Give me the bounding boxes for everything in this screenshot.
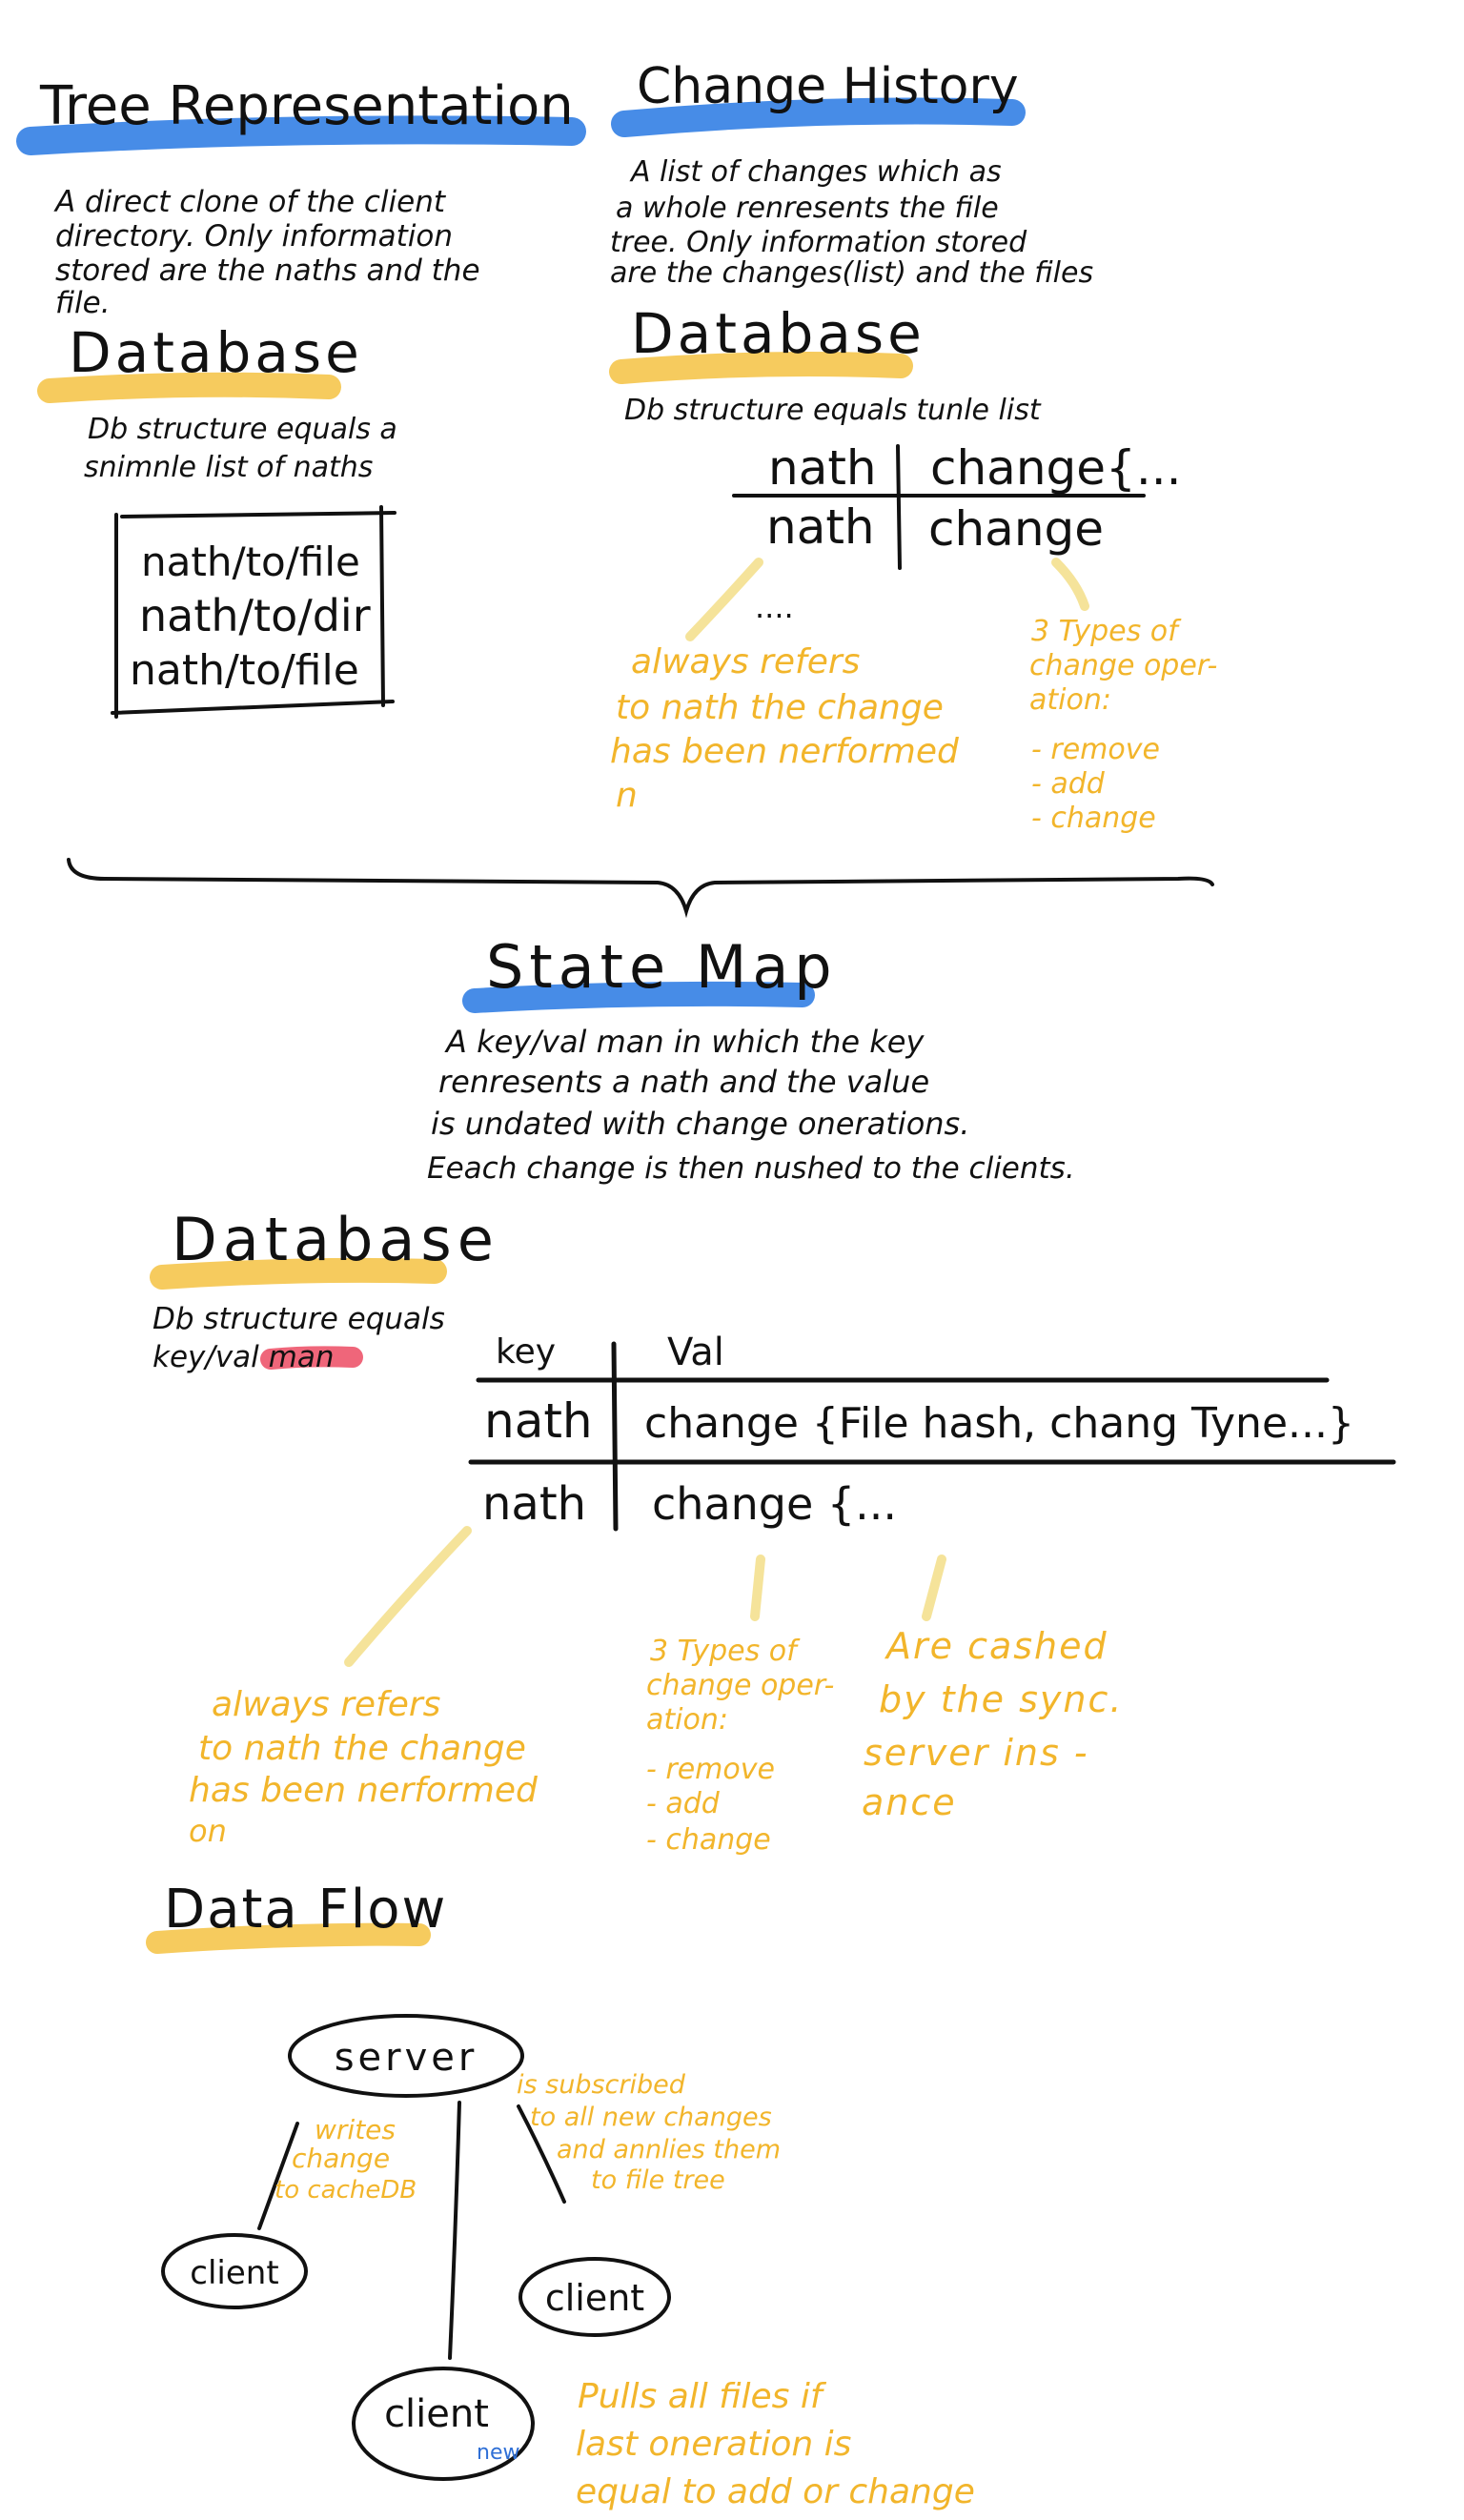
change-note-types-line-4: - remove	[1031, 733, 1160, 766]
state-note-cache-line-4: ance	[862, 1781, 957, 1823]
map-row1-val: change {File hash, chang Tyne...}	[644, 1399, 1354, 1448]
client-new-node-label: client	[384, 2392, 489, 2436]
tree-database-desc-line-2: snimnle list of naths	[84, 451, 373, 484]
note-pulls-line-2: last oneration is	[576, 2425, 851, 2464]
state-database-desc-line-1: Db structure equals	[152, 1302, 445, 1336]
change-database-desc: Db structure equals tunle list	[624, 394, 1042, 427]
state-note-types-line-3: ation:	[646, 1703, 728, 1737]
state-note-types-line-5: - add	[646, 1787, 721, 1820]
note-writes-line-2: change	[292, 2143, 390, 2174]
pointer-stroke	[1051, 558, 1089, 611]
state-map-desc-line-2: renresents a nath and the value	[438, 1064, 929, 1100]
change-history-title: Change History	[637, 58, 1019, 115]
merge-brace	[67, 858, 1214, 919]
note-pulls-line-1: Pulls all files if	[578, 2377, 827, 2416]
pointer-stroke	[922, 1555, 946, 1621]
change-note-types-line-6: - change	[1031, 802, 1156, 835]
change-note-path-line-2: to nath the change	[616, 688, 944, 727]
tree-representation-title: Tree Representation	[39, 75, 574, 137]
state-note-path-line-3: has been nerformed	[189, 1771, 539, 1810]
map-row2-val: change {...	[652, 1478, 897, 1530]
change-note-path-line-1: always refers	[631, 642, 860, 681]
note-writes-line-3: to cacheDB	[274, 2176, 417, 2205]
tree-path-item-1: nath/to/file	[141, 539, 360, 585]
state-note-types-line-6: - change	[646, 1823, 771, 1857]
change-history-desc-line-3: tree. Only information stored	[610, 226, 1027, 259]
tree-representation-desc-line-2: directory. Only information	[55, 219, 453, 254]
change-note-types-line-5: - add	[1031, 767, 1106, 801]
state-note-path-line-2: to nath the change	[198, 1729, 526, 1768]
note-writes-line-1: writes	[315, 2114, 396, 2145]
state-note-path-line-4: on	[189, 1813, 227, 1849]
change-history-desc-line-4: are the changes(list) and the files	[610, 256, 1093, 290]
tuple-header-path: nath	[768, 440, 877, 496]
tree-representation-desc-line-1: A direct clone of the client	[53, 185, 447, 219]
tuple-ellipsis: ....	[755, 589, 794, 625]
client-right-node-label: client	[545, 2277, 644, 2319]
state-note-cache-line-3: server ins -	[864, 1732, 1089, 1774]
tree-path-item-2: nath/to/dir	[139, 590, 371, 641]
map-row1-key: nath	[484, 1393, 593, 1449]
desc-highlighted-word: man	[269, 1340, 335, 1374]
pointer-stroke	[344, 1526, 472, 1667]
state-note-types-line-1: 3 Types of	[650, 1635, 801, 1668]
change-note-types-line-2: change oper-	[1029, 649, 1217, 682]
state-note-types-line-4: - remove	[646, 1753, 775, 1786]
client-new-badge: new	[477, 2441, 519, 2465]
server-node-label: server	[335, 2036, 478, 2080]
change-history-desc-line-2: a whole renresents the file	[616, 192, 999, 225]
state-note-cache-line-2: by the sync.	[879, 1678, 1123, 1720]
tuple-header-change: change{...	[930, 440, 1182, 496]
data-flow-connectors	[257, 2101, 566, 2360]
data-flow-title: Data Flow	[164, 1879, 447, 1941]
state-map-desc-line-1: A key/val man in which the key	[444, 1024, 925, 1060]
note-subscribed-line-4: to file tree	[591, 2165, 725, 2195]
pointer-stroke	[685, 558, 763, 641]
note-subscribed-line-3: and annlies them	[557, 2135, 781, 2164]
map-col-val: Val	[667, 1331, 724, 1374]
change-note-types-line-3: ation:	[1029, 683, 1111, 717]
tree-database-desc-line-1: Db structure equals a	[88, 413, 397, 446]
change-database-title: Database	[631, 301, 925, 366]
state-note-cache-line-1: Are cashed	[884, 1625, 1108, 1667]
tuple-row-change: change	[928, 501, 1104, 557]
state-database-desc-line-2: key/val man	[152, 1340, 334, 1374]
note-subscribed-line-2: to all new changes	[530, 2103, 772, 2132]
client-left-node-label: client	[190, 2254, 278, 2292]
desc-prefix: key/val	[152, 1340, 269, 1374]
state-note-path-line-1: always refers	[212, 1685, 440, 1724]
database-highlight-yellow	[37, 372, 341, 403]
state-map-desc-line-4: Eeach change is then nushed to the clien…	[427, 1151, 1075, 1186]
tuple-row-path: nath	[766, 499, 875, 555]
note-pulls-line-3: equal to add or change	[576, 2472, 975, 2511]
change-note-path-line-3: has been nerformed	[610, 732, 960, 771]
state-map-desc-line-3: is undated with change onerations.	[431, 1106, 969, 1142]
change-history-desc-line-1: A list of changes which as	[629, 155, 1002, 189]
tree-representation-desc-line-4: file.	[55, 286, 111, 320]
tree-path-item-3: nath/to/file	[130, 646, 359, 695]
change-note-types-line-1: 3 Types of	[1031, 615, 1182, 648]
state-map-title: State Map	[486, 932, 838, 1002]
tree-database-title: Database	[69, 320, 363, 385]
map-row2-key: nath	[482, 1477, 586, 1531]
whiteboard-canvas: Tree Representation A direct clone of th…	[16, 58, 1396, 2511]
map-col-key: key	[496, 1332, 556, 1372]
tree-representation-desc-line-3: stored are the naths and the	[55, 254, 480, 288]
state-note-types-line-2: change oper-	[646, 1669, 834, 1702]
state-database-title: Database	[172, 1205, 499, 1274]
pointer-stroke	[750, 1555, 765, 1621]
note-subscribed-line-1: is subscribed	[517, 2070, 686, 2100]
change-note-path-line-4: n	[616, 776, 638, 815]
